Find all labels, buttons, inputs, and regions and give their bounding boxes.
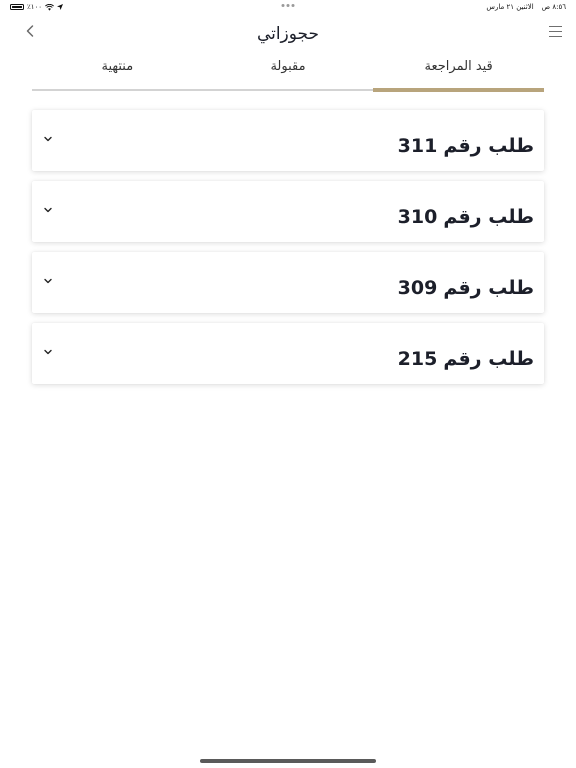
request-card-309[interactable]: طلب رقم 309 <box>32 252 544 313</box>
request-number: 310 <box>397 206 438 228</box>
request-title: طلب رقم 215 <box>398 348 534 370</box>
request-number: 215 <box>397 348 438 370</box>
home-indicator[interactable] <box>200 759 376 763</box>
screen: ٪١٠٠ ٨:٥٦ ص الاثنين ٢١ مارس حجوزاتي قيد … <box>0 0 576 768</box>
request-title: طلب رقم 309 <box>398 277 534 299</box>
request-label: طلب رقم <box>443 135 534 157</box>
request-card-310[interactable]: طلب رقم 310 <box>32 181 544 242</box>
request-title: طلب رقم 311 <box>398 135 534 157</box>
request-card-215[interactable]: طلب رقم 215 <box>32 323 544 384</box>
request-label: طلب رقم <box>443 206 534 228</box>
request-label: طلب رقم <box>443 348 534 370</box>
request-number: 309 <box>397 277 438 299</box>
tab-accepted[interactable]: مقبولة <box>203 55 374 93</box>
request-label: طلب رقم <box>443 277 534 299</box>
tab-finished[interactable]: منتهية <box>32 55 203 93</box>
request-card-311[interactable]: طلب رقم 311 <box>32 110 544 171</box>
multitasking-dots[interactable] <box>281 4 295 7</box>
status-date: الاثنين ٢١ مارس <box>486 3 534 11</box>
battery-icon <box>10 4 24 10</box>
chevron-down-icon[interactable] <box>42 134 54 144</box>
chevron-down-icon[interactable] <box>42 205 54 215</box>
wifi-icon <box>45 3 54 11</box>
status-clock: ٨:٥٦ ص الاثنين ٢١ مارس <box>486 3 566 11</box>
request-number: 311 <box>397 135 438 157</box>
page-title: حجوزاتي <box>256 24 320 44</box>
location-icon <box>57 4 64 10</box>
status-indicators: ٪١٠٠ <box>10 3 64 11</box>
requests-list: طلب رقم 311 طلب رقم 310 طلب رقم 309 طلب … <box>32 110 544 394</box>
active-tab-indicator <box>373 88 544 92</box>
request-title: طلب رقم 310 <box>398 206 534 228</box>
status-bar: ٪١٠٠ ٨:٥٦ ص الاثنين ٢١ مارس <box>0 0 576 14</box>
chevron-down-icon[interactable] <box>42 276 54 286</box>
status-time: ٨:٥٦ ص <box>541 3 566 11</box>
chevron-down-icon[interactable] <box>42 347 54 357</box>
battery-percent: ٪١٠٠ <box>27 3 43 11</box>
header: حجوزاتي <box>0 18 576 54</box>
menu-icon[interactable] <box>549 26 562 37</box>
